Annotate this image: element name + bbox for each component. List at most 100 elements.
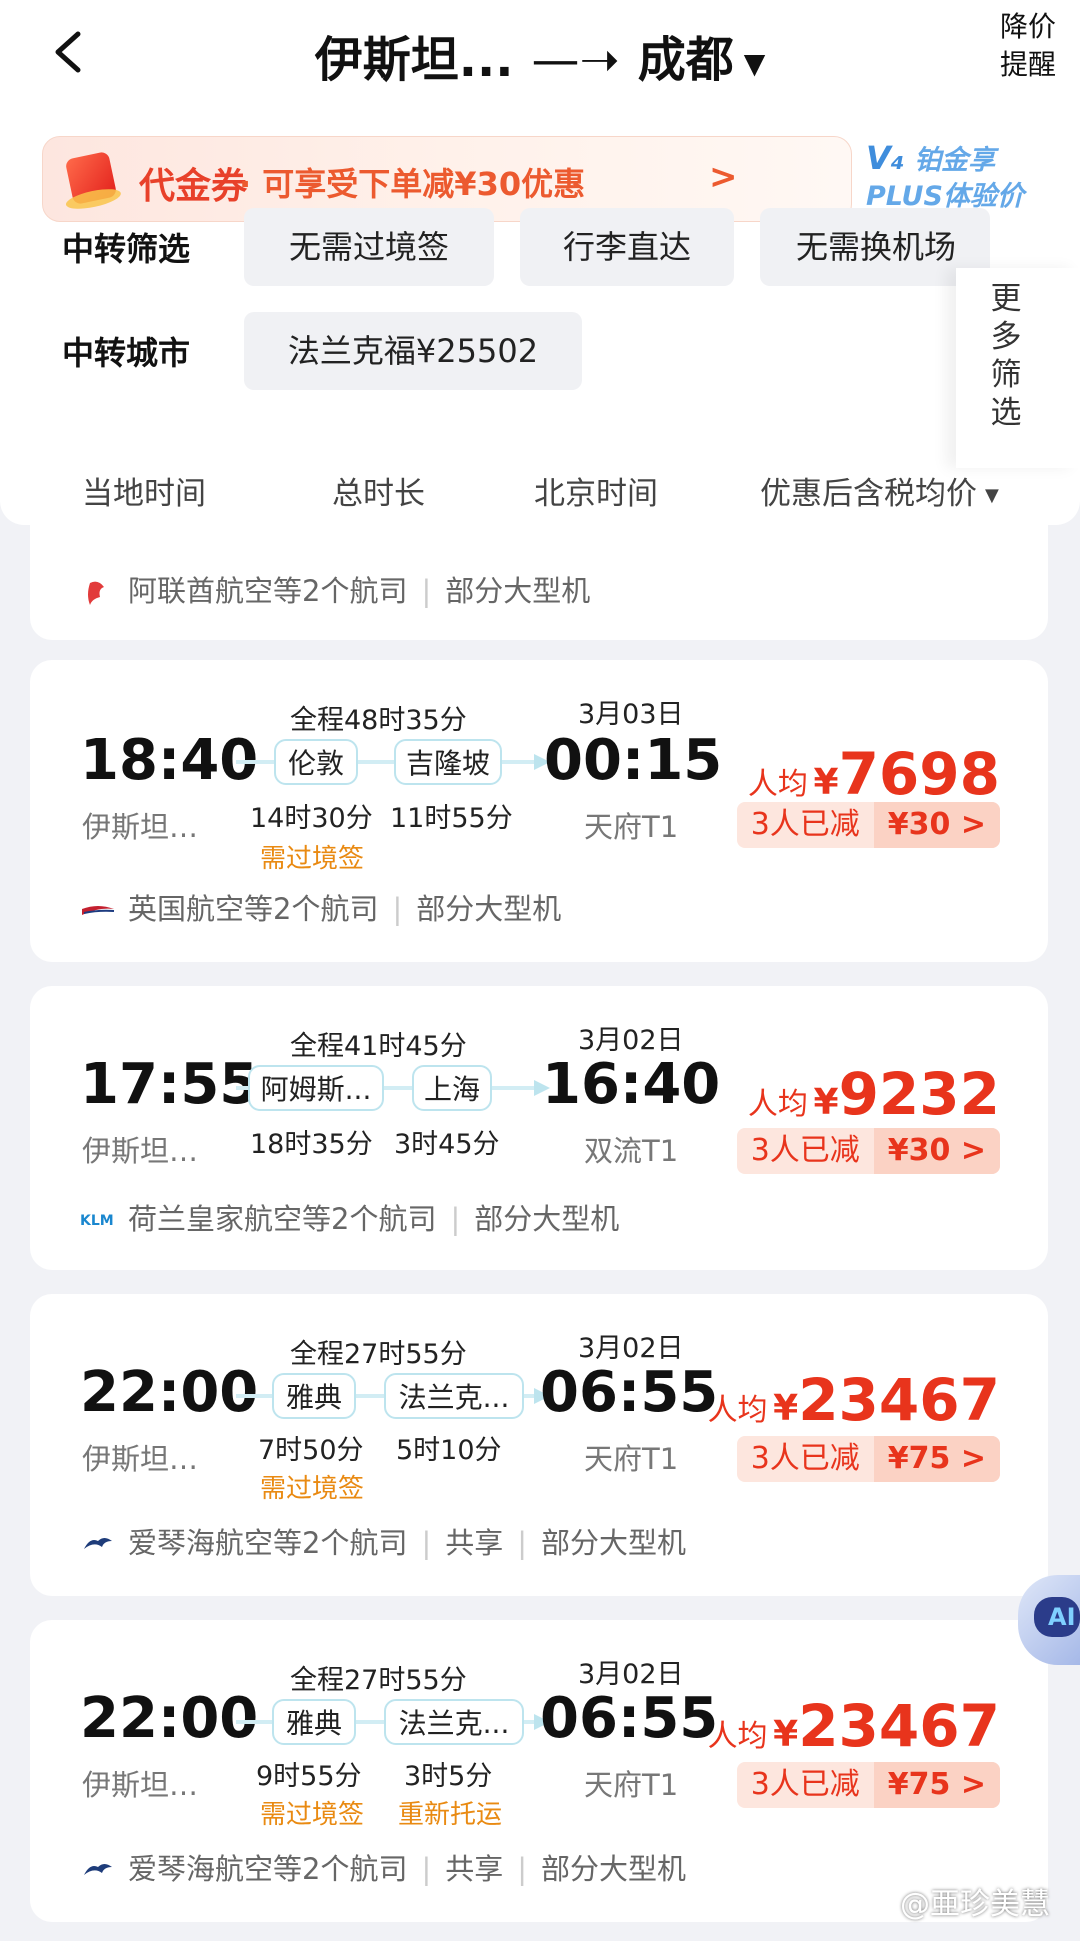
airline-info: 阿联酋航空等2个航司 | 部分大型机 — [80, 568, 590, 611]
divider: | — [392, 892, 403, 926]
stop-city: 上海 — [412, 1065, 492, 1111]
total-duration: 全程27时55分 — [290, 1339, 467, 1370]
price: 人均 ¥23467 — [708, 1692, 1000, 1760]
aircraft-type: 部分大型机 — [445, 574, 591, 608]
flight-card[interactable]: 全程41时45分 3月02日 17:55 阿姆斯... 上海 16:40 伊斯坦… — [30, 986, 1048, 1270]
price-per-person-label: 人均 — [747, 1087, 808, 1122]
arrival-airport: 天府T1 — [584, 1442, 679, 1476]
ai-assistant-button[interactable]: AI — [1018, 1575, 1080, 1665]
total-duration: 全程27时55分 — [290, 1665, 467, 1696]
aircraft-type: 部分大型机 — [474, 1202, 620, 1236]
plus-line1: 铂金享 — [914, 145, 996, 176]
departure-airport: 伊斯坦… — [82, 810, 199, 844]
arrival-airport: 天府T1 — [584, 810, 679, 844]
price-per-person-label: 人均 — [747, 767, 808, 802]
transit-visa-tag: 需过境签 — [260, 1800, 365, 1830]
transit-visa-tag: 需过境签 — [260, 1474, 365, 1504]
price-alert-button[interactable]: 降价提醒 — [992, 8, 1064, 84]
watermark: @亜珍美慧 — [900, 1887, 1050, 1922]
caret-down-icon: ▼ — [743, 46, 766, 80]
divider: | — [517, 1852, 528, 1886]
discount-badge[interactable]: 3人已减 ¥75 > — [736, 1762, 1000, 1808]
divider: | — [517, 1526, 528, 1560]
discount-label: 3人已减 — [750, 1441, 860, 1476]
currency-symbol: ¥ — [773, 1388, 799, 1429]
chip-through-baggage[interactable]: 行李直达 — [520, 208, 734, 286]
chip-frankfurt[interactable]: 法兰克福¥25502 — [244, 312, 582, 390]
destination-city: 成都 — [637, 32, 734, 88]
arrival-time: 16:40 — [542, 1052, 721, 1117]
aircraft-type: 部分大型机 — [541, 1526, 687, 1560]
departure-time: 22:00 — [80, 1360, 259, 1425]
flight-card[interactable]: 全程27时55分 3月02日 22:00 雅典 法兰克... 06:55 伊斯坦… — [30, 1294, 1048, 1596]
route-title[interactable]: 伊斯坦... —➝ 成都 ▼ — [0, 20, 1080, 90]
stop-duration: 3时5分 — [404, 1761, 493, 1792]
stop-city: 吉隆坡 — [394, 739, 502, 785]
aircraft-type: 部分大型机 — [541, 1852, 687, 1886]
british-airways-logo-icon — [82, 906, 115, 915]
arrival-airport: 双流T1 — [584, 1134, 679, 1168]
divider: | — [421, 1852, 432, 1886]
stop-duration: 11时55分 — [390, 803, 513, 834]
origin-city: 伊斯坦... — [314, 32, 514, 88]
currency-symbol: ¥ — [813, 762, 839, 803]
sort-total-duration[interactable]: 总时长 — [332, 468, 425, 513]
more-filters-label: 更多筛选 — [990, 281, 1022, 431]
arrival-time: 06:55 — [540, 1686, 719, 1751]
departure-time: 18:40 — [80, 728, 259, 793]
coupon-icon — [64, 150, 118, 206]
total-duration: 全程48时35分 — [290, 705, 467, 736]
discount-value: ¥30 > — [873, 802, 1000, 848]
filter-panel: 代金券 · 可享受下单减¥30优惠 > V₄ 铂金享 PLUS体验价 中转筛选 … — [0, 110, 1080, 525]
discount-label: 3人已减 — [750, 807, 860, 842]
stop-duration: 9时55分 — [256, 1761, 362, 1792]
airline-name: 英国航空等2个航司 — [128, 892, 379, 926]
divider: | — [421, 574, 432, 608]
price-amount: 7698 — [838, 740, 1000, 808]
codeshare-label: 共享 — [445, 1852, 504, 1886]
sort-local-time[interactable]: 当地时间 — [82, 468, 206, 513]
airline-info: KLM 荷兰皇家航空等2个航司 | 部分大型机 — [80, 1196, 619, 1238]
sort-beijing-time[interactable]: 北京时间 — [534, 468, 658, 513]
v4-badge: V₄ — [866, 139, 905, 177]
discount-badge[interactable]: 3人已减 ¥30 > — [736, 802, 1000, 848]
klm-logo-icon: KLM — [80, 1213, 114, 1229]
currency-symbol: ¥ — [773, 1714, 799, 1755]
flight-card[interactable]: 全程27时55分 3月02日 22:00 雅典 法兰克... 06:55 伊斯坦… — [30, 1620, 1048, 1922]
price-amount: 9232 — [838, 1060, 1000, 1128]
airline-name: 爱琴海航空等2个航司 — [128, 1526, 408, 1560]
discount-label: 3人已减 — [750, 1133, 860, 1168]
transfer-filter-label: 中转筛选 — [62, 230, 191, 268]
aegean-logo-icon — [84, 1864, 112, 1875]
price-amount: 23467 — [798, 1692, 1000, 1760]
price-amount: 23467 — [798, 1366, 1000, 1434]
airline-info: 爱琴海航空等2个航司 | 共享 | 部分大型机 — [80, 1520, 686, 1563]
stop-duration: 3时45分 — [394, 1129, 500, 1160]
route-arrow-icon: —➝ — [531, 32, 620, 88]
arrival-time: 06:55 — [540, 1360, 719, 1425]
arrival-time: 00:15 — [544, 728, 723, 793]
stop-city: 法兰克... — [384, 1373, 524, 1419]
currency-symbol: ¥ — [813, 1082, 839, 1123]
airline-info: 爱琴海航空等2个航司 | 共享 | 部分大型机 — [80, 1846, 686, 1889]
sort-price[interactable]: 优惠后含税均价 ▼ — [760, 468, 999, 513]
flight-card[interactable]: 全程48时35分 3月03日 18:40 伦敦 吉隆坡 00:15 伊斯坦… 1… — [30, 660, 1048, 962]
airline-info: 英国航空等2个航司 | 部分大型机 — [80, 886, 561, 929]
coupon-desc: · 可享受下单减¥30优惠 — [239, 165, 586, 203]
aegean-logo-icon — [84, 1538, 112, 1549]
discount-value: ¥75 > — [873, 1762, 1000, 1808]
discount-badge[interactable]: 3人已减 ¥75 > — [736, 1436, 1000, 1482]
transfer-city-label: 中转城市 — [62, 334, 191, 372]
stop-duration: 5时10分 — [396, 1435, 502, 1466]
price: 人均 ¥9232 — [748, 1060, 1000, 1128]
departure-time: 17:55 — [80, 1052, 259, 1117]
coupon-title: 代金券 — [139, 166, 248, 207]
more-filters-button[interactable]: 更多筛选 — [956, 268, 1080, 468]
chip-no-transit-visa[interactable]: 无需过境签 — [244, 208, 494, 286]
discount-badge[interactable]: 3人已减 ¥30 > — [736, 1128, 1000, 1174]
divider: | — [450, 1202, 461, 1236]
stop-city: 阿姆斯... — [248, 1065, 384, 1111]
plus-price-badge[interactable]: V₄ 铂金享 PLUS体验价 — [866, 140, 1076, 215]
codeshare-label: 共享 — [445, 1526, 504, 1560]
price: 人均 ¥23467 — [708, 1366, 1000, 1434]
